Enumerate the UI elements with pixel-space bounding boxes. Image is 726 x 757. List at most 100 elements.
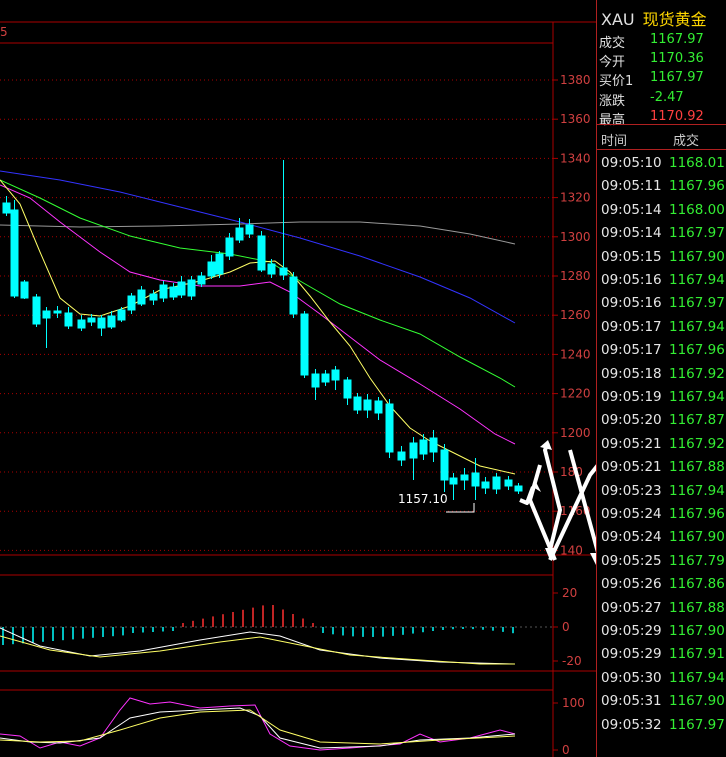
quote-value: -2.47 <box>650 89 684 105</box>
candle-body <box>492 476 501 490</box>
tick-row[interactable]: 09:05:29 1167.90 <box>597 620 726 643</box>
tick-price: 1167.96 <box>669 178 725 195</box>
tick-price: 1167.97 <box>669 716 725 733</box>
tick-time: 09:05:16 <box>601 272 662 288</box>
tick-time: 09:05:21 <box>601 459 662 476</box>
osc-k-line <box>0 697 516 751</box>
oscillator-panel: 100 0 <box>0 696 585 757</box>
candle-body <box>481 481 490 489</box>
candle-body <box>137 289 146 305</box>
tick-time: 09:05:27 <box>601 599 662 616</box>
candle-body <box>42 310 51 319</box>
candle-body <box>321 373 330 383</box>
price-axis-label: 1240 <box>560 347 591 361</box>
candle-body <box>20 281 29 299</box>
candle-body <box>235 227 244 241</box>
candle-body <box>225 237 234 257</box>
tick-row[interactable]: 09:05:24 1167.96 <box>597 503 726 526</box>
tick-price: 1167.90 <box>669 529 725 546</box>
tick-time: 09:05:30 <box>601 669 662 686</box>
candle-body <box>363 399 372 411</box>
price-axis-label: 180 <box>560 465 583 479</box>
tick-price: 1167.86 <box>669 576 725 593</box>
osc-axis-label: 100 <box>562 696 585 710</box>
tick-row[interactable]: 09:05:30 1167.94 <box>597 667 726 690</box>
arrow-head <box>540 440 552 450</box>
candle-body <box>343 379 352 399</box>
quote-value: 1167.97 <box>650 70 704 86</box>
tick-row[interactable]: 09:05:16 1167.94 <box>597 269 726 292</box>
quote-label: 涨跌 <box>599 93 626 109</box>
tick-time: 09:05:26 <box>601 576 662 593</box>
candle-body <box>64 312 73 327</box>
tick-time: 09:05:20 <box>601 412 662 429</box>
tick-row[interactable]: 09:05:19 1167.94 <box>597 386 726 409</box>
tick-row[interactable]: 09:05:21 1167.92 <box>597 433 726 456</box>
candle-body <box>257 235 266 271</box>
tick-time: 09:05:29 <box>601 623 662 639</box>
tick-row[interactable]: 09:05:14 1167.97 <box>597 222 726 245</box>
candle-body <box>419 439 428 455</box>
tick-row[interactable]: 09:05:16 1167.97 <box>597 292 726 315</box>
instrument-title: XAU 现货黄金 <box>601 6 707 30</box>
symbol: XAU <box>601 10 635 29</box>
tick-price: 1167.88 <box>669 599 725 616</box>
candle-body <box>107 315 116 328</box>
tick-price: 1167.94 <box>669 482 725 499</box>
macd-dif-line <box>0 627 516 665</box>
tick-price: 1167.79 <box>669 552 725 569</box>
candle-body <box>279 267 288 276</box>
tick-row[interactable]: 09:05:29 1167.91 <box>597 643 726 666</box>
tick-row[interactable]: 09:05:15 1167.90 <box>597 246 726 269</box>
tick-row[interactable]: 09:05:31 1167.90 <box>597 690 726 713</box>
candle-body <box>300 313 309 376</box>
price-axis-label: 1260 <box>560 308 591 322</box>
tick-row[interactable]: 09:05:23 1167.94 <box>597 480 726 503</box>
tick-price: 1168.00 <box>669 201 725 218</box>
osc-d-line <box>0 707 516 749</box>
tick-row[interactable]: 09:05:10 1168.01 <box>597 152 726 175</box>
tick-row[interactable]: 09:05:32 1167.97 <box>597 714 726 737</box>
tick-row[interactable]: 09:05:11 1167.96 <box>597 175 726 198</box>
low-annotation-group: 1157.10 <box>398 492 475 513</box>
candle-body <box>471 472 480 487</box>
candle-body <box>87 317 96 323</box>
candle-body <box>429 437 438 453</box>
candlestick-chart[interactable]: 5 1380 1360 1340 1320 1300 1280 1260 1240 1220 12… <box>0 0 596 757</box>
instrument-name: 现货黄金 <box>642 10 707 29</box>
candle-body <box>385 403 394 453</box>
tick-price: 1168.01 <box>669 155 725 171</box>
macd-axis-label: 20 <box>562 586 577 600</box>
tick-row[interactable]: 09:05:14 1168.00 <box>597 199 726 222</box>
candle-body <box>289 276 298 315</box>
tick-price: 1167.88 <box>669 459 725 476</box>
candle-body <box>159 284 168 299</box>
price-axis-label: 1220 <box>560 387 591 401</box>
price-axis-label: 1280 <box>560 269 591 283</box>
quote-label: 买价1 <box>599 74 634 90</box>
tick-row[interactable]: 09:05:24 1167.90 <box>597 526 726 549</box>
tick-price: 1167.94 <box>669 389 725 405</box>
tick-time: 09:05:14 <box>601 201 662 218</box>
tick-row[interactable]: 09:05:18 1167.92 <box>597 363 726 386</box>
tick-time: 09:05:29 <box>601 646 662 663</box>
candle-body <box>187 279 196 297</box>
tick-row[interactable]: 09:05:20 1167.87 <box>597 409 726 432</box>
candle-body <box>127 295 136 311</box>
tick-row[interactable]: 09:05:26 1167.86 <box>597 573 726 596</box>
tick-row[interactable]: 09:05:17 1167.94 <box>597 316 726 339</box>
tick-row[interactable]: 09:05:21 1167.88 <box>597 456 726 479</box>
candle-body <box>149 293 158 301</box>
candle-body <box>10 209 19 297</box>
candle-body <box>267 263 276 275</box>
tick-price: 1167.97 <box>669 295 725 312</box>
tick-row[interactable]: 09:05:17 1167.96 <box>597 339 726 362</box>
tick-row[interactable]: 09:05:27 1167.88 <box>597 597 726 620</box>
tick-row[interactable]: 09:05:25 1167.79 <box>597 550 726 573</box>
tick-time: 09:05:25 <box>601 552 662 569</box>
price-axis-label: 1320 <box>560 191 591 205</box>
candle-body <box>2 202 11 214</box>
low-price-annotation: 1157.10 <box>398 492 448 506</box>
tick-price: 1167.97 <box>669 225 725 242</box>
tick-time: 09:05:17 <box>601 342 662 359</box>
